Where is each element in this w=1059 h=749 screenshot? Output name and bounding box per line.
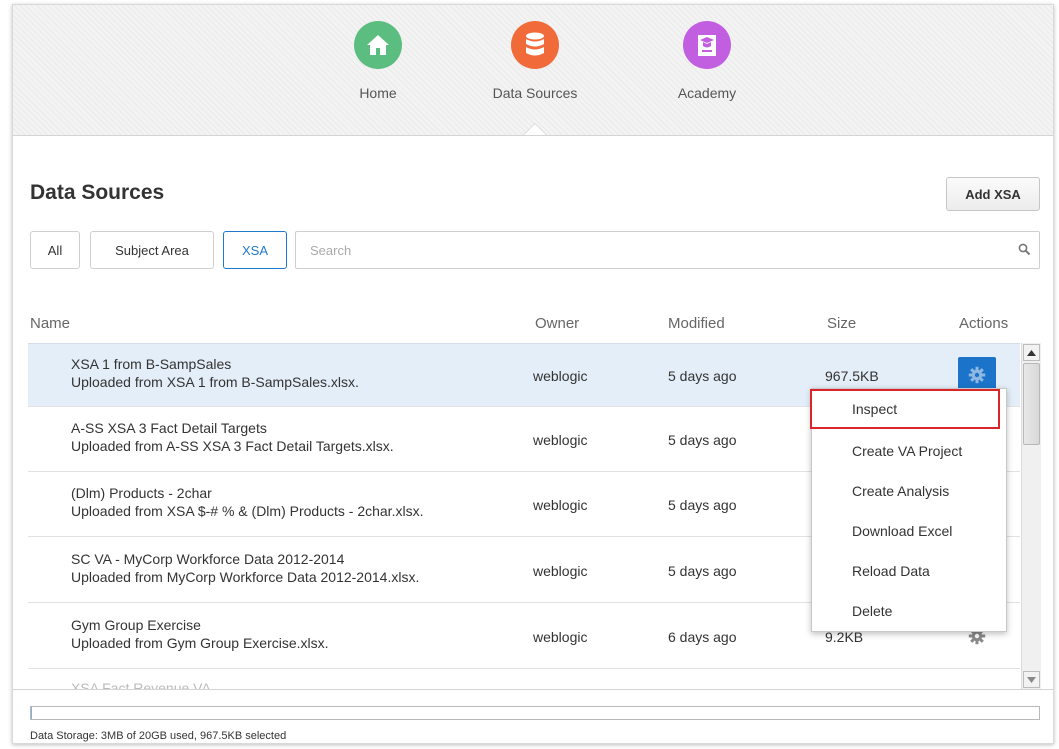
row-modified: 5 days ago (668, 368, 737, 384)
row-name-cell: (Dlm) Products - 2char Uploaded from XSA… (71, 484, 423, 520)
nav-academy-label: Academy (677, 85, 737, 101)
column-header-modified[interactable]: Modified (668, 315, 725, 332)
row-owner: weblogic (533, 432, 588, 448)
home-icon (354, 21, 402, 69)
table-row[interactable]: XSA Fact Revenue VA (28, 671, 1020, 689)
row-description: Uploaded from XSA $-# % & (Dlm) Products… (71, 503, 424, 519)
row-title: A-SS XSA 3 Fact Detail Targets (71, 420, 267, 436)
top-navigation: Home Data Sources Academy (13, 5, 1053, 136)
menu-item-delete[interactable]: Delete (812, 591, 1006, 631)
row-size: 967.5KB (825, 368, 879, 384)
row-actions-menu: Inspect Create VA Project Create Analysi… (810, 388, 1007, 632)
row-title: Gym Group Exercise (71, 617, 201, 633)
row-name-cell: A-SS XSA 3 Fact Detail Targets Uploaded … (71, 419, 394, 455)
row-title: SC VA - MyCorp Workforce Data 2012-2014 (71, 551, 345, 567)
column-header-name[interactable]: Name (30, 315, 70, 332)
academy-icon (683, 21, 731, 69)
nav-data-sources-label: Data Sources (492, 85, 578, 101)
scroll-up-button[interactable] (1023, 344, 1040, 361)
storage-text: Data Storage: 3MB of 20GB used, 967.5KB … (30, 730, 287, 742)
storage-footer: Data Storage: 3MB of 20GB used, 967.5KB … (13, 689, 1053, 743)
add-xsa-button[interactable]: Add XSA (946, 177, 1040, 211)
search-box (295, 231, 1040, 269)
filter-subject-area-button[interactable]: Subject Area (90, 231, 214, 269)
page-title: Data Sources (30, 181, 165, 204)
row-name-cell: XSA 1 from B-SampSales Uploaded from XSA… (71, 355, 359, 391)
nav-home[interactable]: Home (318, 21, 438, 101)
row-owner: weblogic (533, 629, 588, 645)
row-owner: weblogic (533, 368, 588, 384)
search-input[interactable] (308, 242, 992, 259)
menu-item-create-va-project[interactable]: Create VA Project (812, 431, 1006, 471)
database-icon (511, 21, 559, 69)
filter-all-button[interactable]: All (30, 231, 80, 269)
scroll-down-button[interactable] (1023, 671, 1040, 688)
row-owner: weblogic (533, 563, 588, 579)
search-icon[interactable] (1018, 243, 1031, 261)
gear-icon (968, 366, 986, 384)
menu-item-create-analysis[interactable]: Create Analysis (812, 471, 1006, 511)
column-header-size[interactable]: Size (827, 315, 856, 332)
column-header-actions: Actions (959, 315, 1009, 332)
row-name-cell: SC VA - MyCorp Workforce Data 2012-2014 … (71, 550, 419, 586)
arrow-down-icon (1027, 676, 1036, 683)
menu-item-reload-data[interactable]: Reload Data (812, 551, 1006, 591)
active-tab-caret (524, 124, 546, 135)
row-title: XSA 1 from B-SampSales (71, 356, 232, 372)
arrow-up-icon (1027, 349, 1036, 356)
menu-item-label: Download Excel (852, 523, 953, 539)
row-modified: 5 days ago (668, 497, 737, 513)
nav-data-sources[interactable]: Data Sources (475, 21, 595, 101)
filter-xsa-button[interactable]: XSA (223, 231, 287, 269)
row-description: Uploaded from XSA 1 from B-SampSales.xls… (71, 374, 359, 390)
menu-item-label: Reload Data (852, 563, 930, 579)
menu-item-label: Inspect (852, 401, 898, 417)
menu-item-label: Delete (852, 603, 893, 619)
column-header-owner[interactable]: Owner (535, 315, 579, 332)
menu-item-label: Create VA Project (852, 443, 963, 459)
scroll-thumb[interactable] (1023, 363, 1040, 445)
storage-usage-bar (30, 706, 1040, 720)
row-owner: weblogic (533, 497, 588, 513)
row-modified: 5 days ago (668, 563, 737, 579)
menu-item-label: Create Analysis (852, 483, 950, 499)
row-title: XSA Fact Revenue VA (71, 680, 211, 689)
row-modified: 6 days ago (668, 629, 737, 645)
row-modified: 5 days ago (668, 432, 737, 448)
menu-item-inspect[interactable]: Inspect (810, 389, 1000, 429)
row-title: (Dlm) Products - 2char (71, 485, 212, 501)
menu-item-download-excel[interactable]: Download Excel (812, 511, 1006, 551)
row-description: Uploaded from Gym Group Exercise.xlsx. (71, 635, 329, 651)
table-scrollbar[interactable] (1021, 343, 1041, 689)
row-description: Uploaded from MyCorp Workforce Data 2012… (71, 569, 420, 585)
row-description: Uploaded from A-SS XSA 3 Fact Detail Tar… (71, 438, 394, 454)
row-name-cell: Gym Group Exercise Uploaded from Gym Gro… (71, 616, 329, 652)
nav-home-label: Home (359, 85, 397, 101)
data-sources-window: Home Data Sources Academy Data Sources A… (12, 4, 1054, 744)
nav-academy[interactable]: Academy (647, 21, 767, 101)
